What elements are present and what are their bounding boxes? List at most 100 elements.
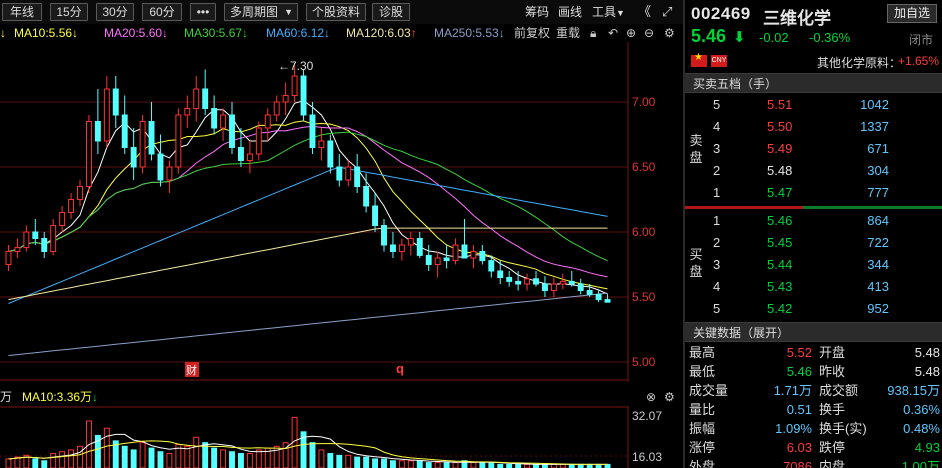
candle-body[interactable] <box>595 293 602 301</box>
volume-bar[interactable] <box>166 453 173 468</box>
candle-body[interactable] <box>103 88 110 142</box>
period-60min-button[interactable]: 60分 <box>142 3 182 21</box>
candle-body[interactable] <box>381 225 387 246</box>
period-year-button[interactable]: 年线 <box>2 3 42 21</box>
candle-body[interactable] <box>229 114 235 148</box>
buy-level-3[interactable]: 3 5.44 344 <box>707 254 942 276</box>
volume-bar[interactable] <box>452 462 459 468</box>
volume-bar[interactable] <box>479 462 486 468</box>
candle-body[interactable] <box>443 257 450 262</box>
add-watchlist-button[interactable]: 加自选 <box>887 4 937 23</box>
volume-bar[interactable] <box>14 456 21 468</box>
candle-body[interactable] <box>345 166 352 181</box>
volume-bar[interactable] <box>103 427 110 468</box>
candle-body[interactable] <box>184 108 191 116</box>
candle-body[interactable] <box>434 257 441 265</box>
candle-body[interactable] <box>139 121 146 168</box>
restore-button[interactable]: 前复权 <box>514 24 550 42</box>
zoom-in-icon[interactable]: ⊕ <box>626 24 636 42</box>
candle-body[interactable] <box>193 88 200 109</box>
volume-bar[interactable] <box>121 445 128 468</box>
volume-bar[interactable] <box>533 463 539 468</box>
candle-body[interactable] <box>202 88 209 109</box>
volume-bar[interactable] <box>41 460 48 468</box>
candle-body[interactable] <box>112 88 119 116</box>
volume-bar[interactable] <box>425 462 432 468</box>
buy-level-4[interactable]: 4 5.43 413 <box>707 276 942 298</box>
lock-icon[interactable]: 🔒︎ <box>590 24 596 42</box>
candle-body[interactable] <box>282 95 289 103</box>
volume-bar[interactable] <box>506 463 513 468</box>
candle-body[interactable] <box>577 283 584 291</box>
zoom-out-icon[interactable]: ⊖ <box>644 24 654 42</box>
finance-marker[interactable]: 财 <box>185 362 199 377</box>
candle-body[interactable] <box>68 199 75 213</box>
volume-bar[interactable] <box>229 451 235 468</box>
volume-bar[interactable] <box>184 445 191 468</box>
candle-body[interactable] <box>5 251 12 265</box>
candle-body[interactable] <box>586 290 593 295</box>
candle-body[interactable] <box>77 186 83 200</box>
candle-body[interactable] <box>148 121 155 155</box>
volume-bar[interactable] <box>559 463 566 468</box>
volume-bar[interactable] <box>59 451 66 468</box>
more-periods-button[interactable]: ••• <box>190 3 216 21</box>
candle-body[interactable] <box>300 75 307 116</box>
overlay-button[interactable]: 重载 <box>556 24 580 42</box>
volume-bar[interactable] <box>488 462 495 468</box>
candle-body[interactable] <box>363 186 370 207</box>
candle-body[interactable] <box>407 238 414 246</box>
q-marker[interactable]: q <box>396 361 404 376</box>
sell-level-5[interactable]: 5 5.51 1042 <box>707 94 942 116</box>
candle-body[interactable] <box>59 212 66 226</box>
volume-bar[interactable] <box>255 449 262 468</box>
candle-body[interactable] <box>94 121 101 142</box>
candle-body[interactable] <box>166 166 173 181</box>
sell-level-2[interactable]: 2 5.48 304 <box>707 160 942 182</box>
candle-body[interactable] <box>273 101 280 116</box>
candle-body[interactable] <box>461 244 468 259</box>
volume-bar[interactable] <box>237 453 244 468</box>
candle-body[interactable] <box>506 277 513 282</box>
close-icon[interactable]: ⊗ <box>646 388 656 406</box>
candle-body[interactable] <box>604 299 611 303</box>
volume-bar[interactable] <box>372 458 379 468</box>
candle-body[interactable] <box>327 140 334 168</box>
candle-body[interactable] <box>425 254 432 265</box>
period-30min-button[interactable]: 30分 <box>96 3 134 21</box>
candle-body[interactable] <box>416 238 423 256</box>
diagnose-button[interactable]: 诊股 <box>372 3 410 21</box>
candle-body[interactable] <box>452 244 459 262</box>
candle-body[interactable] <box>318 140 325 148</box>
volume-chart[interactable]: 32.07 16.03 <box>0 406 683 468</box>
candle-body[interactable] <box>237 147 244 161</box>
volume-bar[interactable] <box>577 463 584 468</box>
volume-bar[interactable] <box>139 442 146 468</box>
candle-body[interactable] <box>264 114 271 129</box>
candle-body[interactable] <box>14 247 21 253</box>
volume-bar[interactable] <box>363 456 370 468</box>
volume-bar[interactable] <box>130 449 137 468</box>
candle-body[interactable] <box>398 244 405 252</box>
volume-bar[interactable] <box>336 454 343 468</box>
chips-button[interactable]: 筹码 <box>525 3 549 21</box>
candle-body[interactable] <box>255 127 262 155</box>
volume-bar[interactable] <box>541 463 548 468</box>
volume-bar[interactable] <box>354 456 361 468</box>
volume-settings-icon[interactable]: ⚙ <box>664 388 675 406</box>
candle-body[interactable] <box>524 278 531 285</box>
candle-body[interactable] <box>211 108 218 129</box>
candle-body[interactable] <box>541 283 548 291</box>
candle-body[interactable] <box>121 114 128 148</box>
period-15min-button[interactable]: 15分 <box>50 3 88 21</box>
keydata-title[interactable]: 关键数据（展开） <box>685 322 942 342</box>
tools-menu[interactable]: 工具▼ <box>592 3 625 21</box>
volume-bar[interactable] <box>470 462 477 468</box>
volume-bar[interactable] <box>497 463 504 468</box>
candle-body[interactable] <box>50 225 57 252</box>
candle-body[interactable] <box>354 166 361 187</box>
volume-bar[interactable] <box>381 458 387 468</box>
volume-bar[interactable] <box>604 463 611 468</box>
volume-bar[interactable] <box>586 463 593 468</box>
multi-period-dropdown[interactable]: 多周期图 ▼ <box>224 3 298 21</box>
